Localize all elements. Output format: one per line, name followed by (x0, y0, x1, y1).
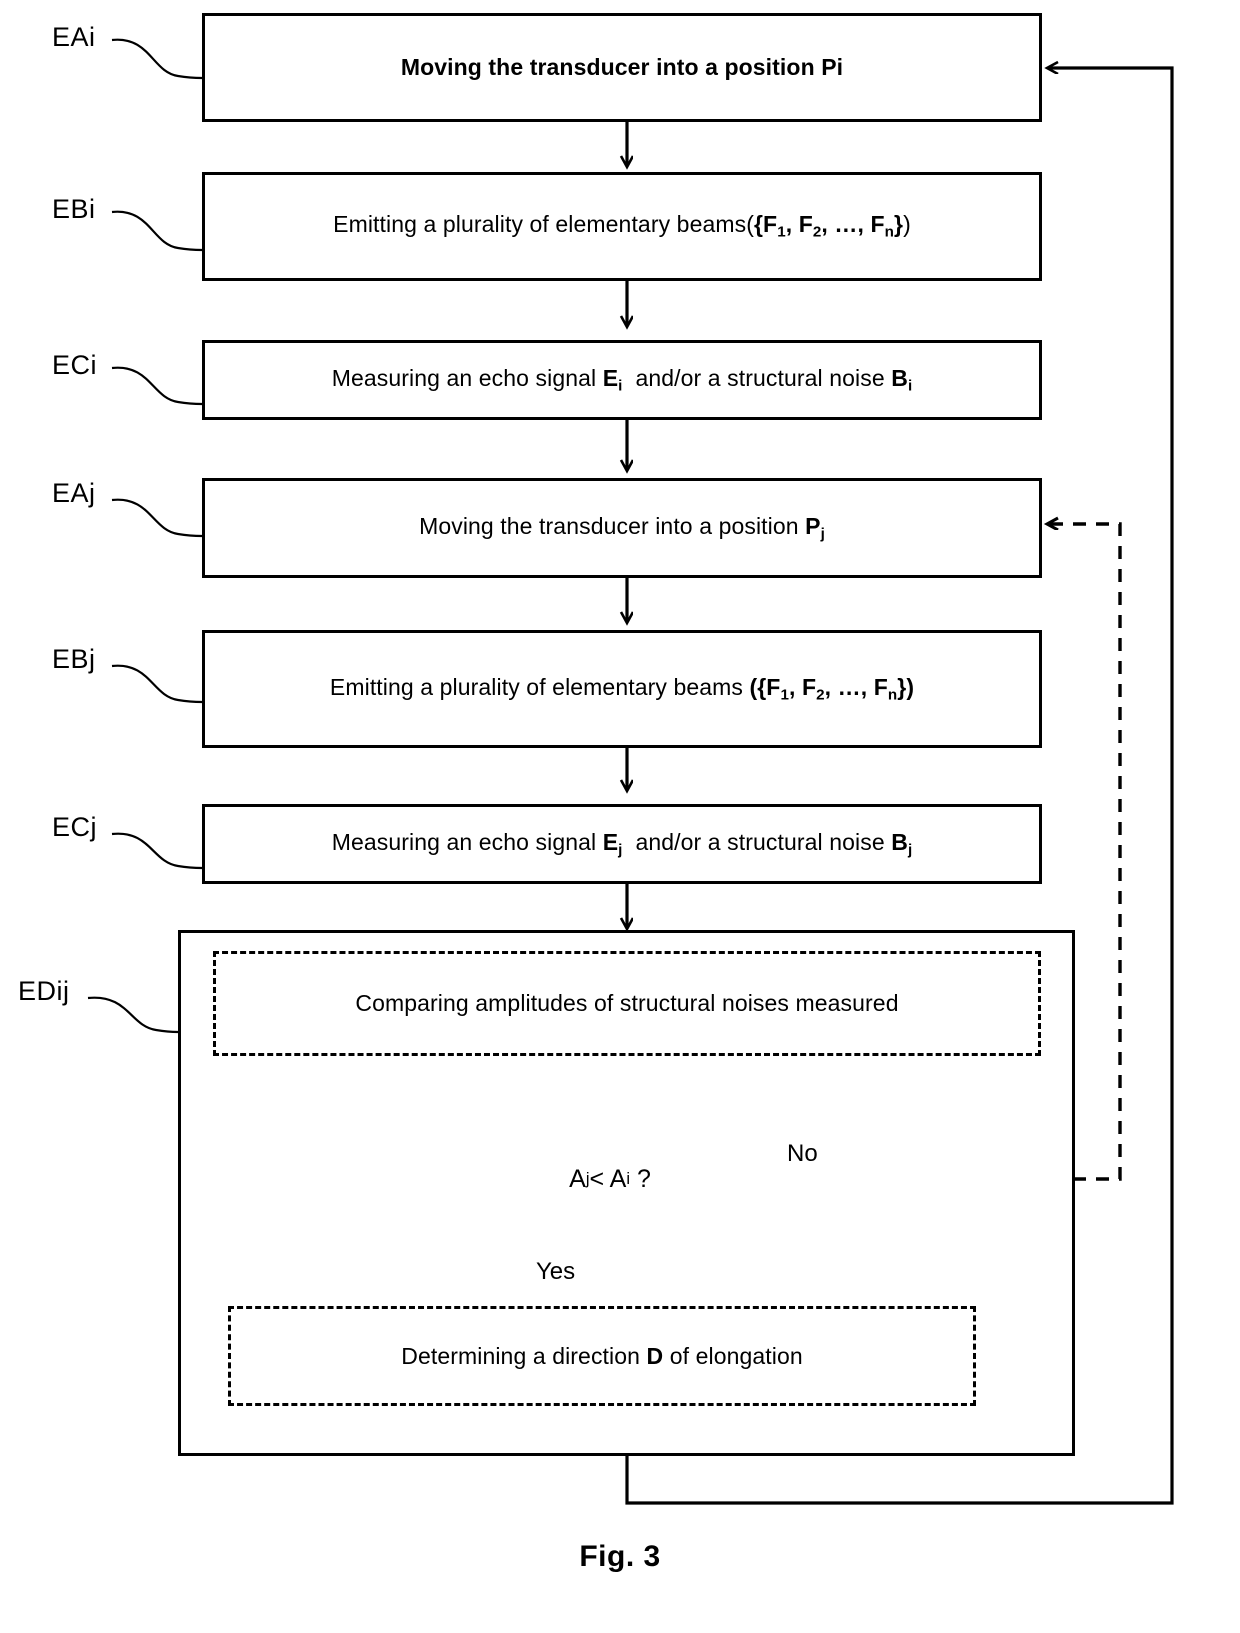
step-box-ebj[interactable]: Emitting a plurality of elementary beams… (202, 630, 1042, 748)
step-box-eai-label: Moving the transducer into a position Pi (400, 54, 844, 81)
step-box-ebi[interactable]: Emitting a plurality of elementary beams… (202, 172, 1042, 281)
decision-diamond-label: Aj < Ai ? (569, 1164, 651, 1193)
decision-diamond[interactable]: Aj < Ai ? (445, 1110, 775, 1248)
step-box-ebi-label: Emitting a plurality of elementary beams… (333, 211, 911, 241)
substep-box-comparing-label: Comparing amplitudes of structural noise… (355, 990, 899, 1017)
step-box-ecj[interactable]: Measuring an echo signal Ej and/or a str… (202, 804, 1042, 884)
step-box-eai[interactable]: Moving the transducer into a position Pi (202, 13, 1042, 122)
figure-canvas: EAi EBi ECi EAj EBj ECj EDij Moving the … (0, 0, 1240, 1633)
figure-caption: Fig. 3 (579, 1540, 661, 1573)
substep-box-comparing[interactable]: Comparing amplitudes of structural noise… (213, 951, 1041, 1056)
ref-label-edij: EDij (18, 976, 70, 1006)
branch-label-yes: Yes (536, 1258, 576, 1286)
ref-label-ebj: EBj (52, 644, 96, 674)
leader-lines (87, 38, 203, 1034)
step-box-ebj-label: Emitting a plurality of elementary beams… (329, 673, 915, 704)
step-box-eci[interactable]: Measuring an echo signal Ei and/or a str… (202, 340, 1042, 420)
step-box-eaj-label: Moving the transducer into a position Pj (419, 512, 825, 543)
ref-label-ebi: EBi (52, 194, 96, 224)
step-box-eaj[interactable]: Moving the transducer into a position Pj (202, 478, 1042, 578)
ref-label-eai: EAi (52, 22, 96, 52)
step-box-eci-label: Measuring an echo signal Ei and/or a str… (331, 364, 913, 395)
ref-label-eaj: EAj (52, 478, 96, 508)
ref-label-ecj: ECj (52, 812, 98, 842)
ref-label-eci: ECi (52, 350, 98, 380)
substep-box-determining-label: Determining a direction D of elongation (401, 1342, 803, 1369)
substep-box-determining[interactable]: Determining a direction D of elongation (228, 1306, 976, 1406)
branch-label-no: No (787, 1140, 818, 1168)
step-box-ecj-label: Measuring an echo signal Ej and/or a str… (331, 828, 913, 859)
